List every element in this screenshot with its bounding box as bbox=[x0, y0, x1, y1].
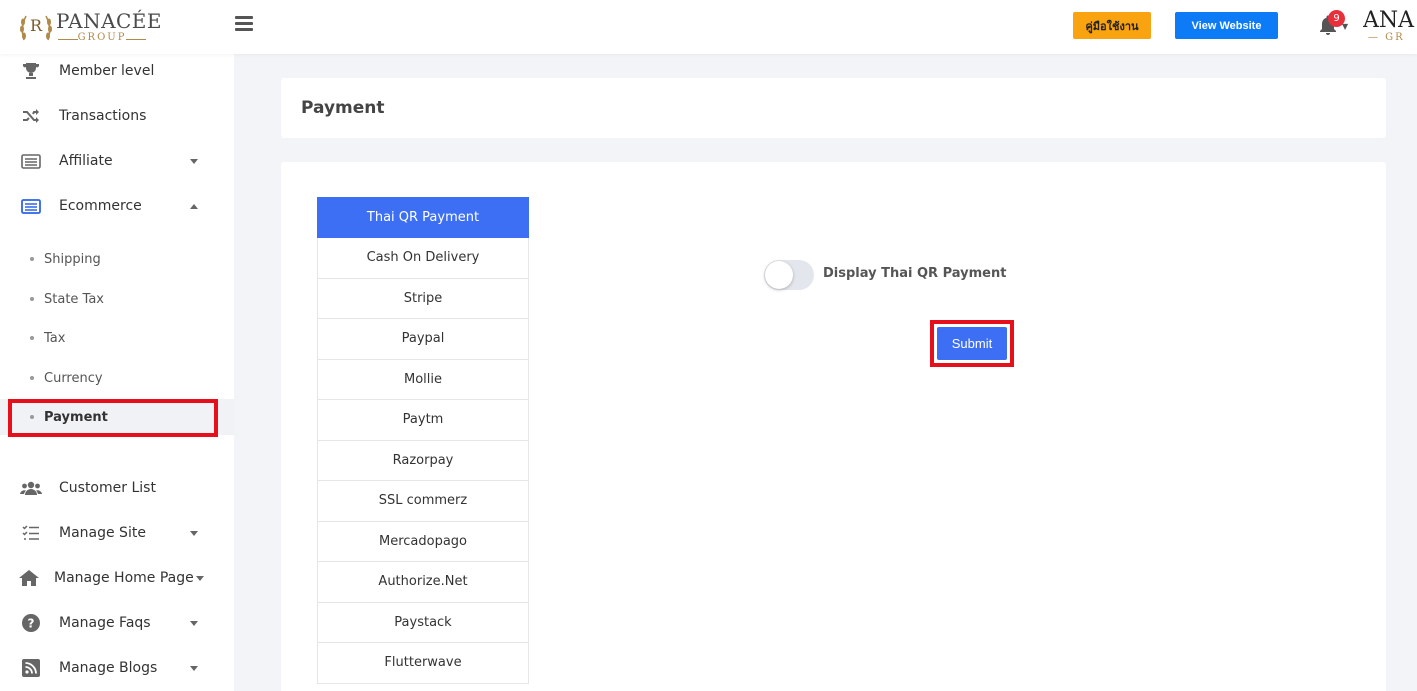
tab-mollie[interactable]: Mollie bbox=[317, 359, 529, 400]
sidebar-item-label: Manage Blogs bbox=[59, 660, 158, 676]
user-manual-button[interactable]: คู่มือใช้งาน bbox=[1073, 12, 1151, 39]
payment-method-tabs: Thai QR Payment Cash On Delivery Stripe … bbox=[317, 197, 529, 684]
sidebar-item-label: Member level bbox=[59, 63, 155, 79]
shuffle-icon bbox=[20, 105, 42, 127]
sidebar-item-label: Manage Site bbox=[59, 525, 146, 541]
sidebar-item-member-level[interactable]: Member level bbox=[0, 51, 234, 91]
page-title: Payment bbox=[301, 98, 385, 118]
tab-stripe[interactable]: Stripe bbox=[317, 278, 529, 319]
tab-ssl-commerz[interactable]: SSL commerz bbox=[317, 481, 529, 522]
sidebar-item-transactions[interactable]: Transactions bbox=[0, 96, 234, 136]
chevron-down-icon bbox=[190, 530, 198, 536]
submit-button[interactable]: Submit bbox=[937, 327, 1007, 360]
checklist-icon bbox=[20, 522, 42, 544]
tab-paypal[interactable]: Paypal bbox=[317, 319, 529, 360]
sidebar-subitem-label: Currency bbox=[44, 370, 103, 386]
menu-toggle-icon[interactable] bbox=[235, 16, 253, 32]
rss-icon bbox=[20, 657, 42, 679]
tab-mercadopago[interactable]: Mercadopago bbox=[317, 521, 529, 562]
trophy-icon bbox=[20, 60, 42, 82]
bullet-dot bbox=[30, 297, 34, 301]
sidebar: Member level Transactions Affiliate Ecom… bbox=[0, 54, 234, 691]
logo-subtext: GROUP bbox=[58, 32, 146, 43]
chevron-up-icon bbox=[190, 203, 198, 209]
laurel-emblem-icon: R bbox=[20, 15, 52, 41]
sidebar-subitem-tax[interactable]: Tax bbox=[0, 320, 234, 356]
sidebar-item-manage-site[interactable]: Manage Site bbox=[0, 513, 234, 553]
view-website-button[interactable]: View Website bbox=[1175, 12, 1278, 39]
tab-razorpay[interactable]: Razorpay bbox=[317, 440, 529, 481]
user-brand-subtext: — GR bbox=[1368, 32, 1405, 43]
sidebar-subitem-label: Payment bbox=[44, 409, 108, 425]
tab-paystack[interactable]: Paystack bbox=[317, 602, 529, 643]
svg-text:R: R bbox=[30, 16, 43, 35]
chevron-down-icon bbox=[190, 158, 198, 164]
sidebar-subitem-label: Shipping bbox=[44, 251, 101, 267]
sidebar-item-label: Manage Home Page bbox=[54, 570, 194, 586]
top-header: R PANACÉE GROUP คู่มือใช้งาน View Websit… bbox=[0, 0, 1417, 54]
highlight-box-submit: Submit bbox=[930, 320, 1014, 367]
ecommerce-list-icon bbox=[20, 195, 42, 217]
home-icon bbox=[18, 567, 40, 589]
sidebar-item-label: Ecommerce bbox=[59, 198, 142, 214]
tab-thai-qr-payment[interactable]: Thai QR Payment bbox=[317, 197, 529, 238]
tab-cash-on-delivery[interactable]: Cash On Delivery bbox=[317, 238, 529, 279]
bullet-dot bbox=[30, 415, 34, 419]
bullet-dot bbox=[30, 257, 34, 261]
list-card-icon bbox=[20, 150, 42, 172]
sidebar-item-label: Manage Faqs bbox=[59, 615, 151, 631]
sidebar-item-ecommerce[interactable]: Ecommerce bbox=[0, 186, 234, 226]
sidebar-item-label: Affiliate bbox=[59, 153, 113, 169]
sidebar-subitem-label: Tax bbox=[44, 330, 66, 346]
users-icon bbox=[20, 477, 42, 499]
sidebar-item-manage-faqs[interactable]: ? Manage Faqs bbox=[0, 603, 234, 643]
user-brand-logo[interactable]: ANA bbox=[1363, 8, 1417, 33]
sidebar-item-label: Customer List bbox=[59, 480, 156, 496]
sidebar-subitem-label: State Tax bbox=[44, 291, 104, 307]
sidebar-subitem-currency[interactable]: Currency bbox=[0, 360, 234, 396]
tab-authorize-net[interactable]: Authorize.Net bbox=[317, 562, 529, 603]
sidebar-subitem-payment[interactable]: Payment bbox=[0, 399, 234, 435]
sidebar-item-manage-home-page[interactable]: Manage Home Page bbox=[0, 558, 234, 598]
sidebar-item-manage-blogs[interactable]: Manage Blogs bbox=[0, 648, 234, 688]
page-title-card: Payment bbox=[281, 78, 1386, 138]
sidebar-item-label: Transactions bbox=[59, 108, 147, 124]
chevron-down-icon[interactable]: ▼ bbox=[1342, 22, 1348, 31]
payment-settings-card: Thai QR Payment Cash On Delivery Stripe … bbox=[281, 162, 1386, 691]
display-thai-qr-toggle[interactable] bbox=[764, 260, 814, 290]
sidebar-item-affiliate[interactable]: Affiliate bbox=[0, 141, 234, 181]
bullet-dot bbox=[30, 376, 34, 380]
sidebar-subitem-state-tax[interactable]: State Tax bbox=[0, 281, 234, 317]
bullet-dot bbox=[30, 336, 34, 340]
chevron-down-icon bbox=[190, 620, 198, 626]
brand-logo[interactable]: R PANACÉE GROUP bbox=[18, 8, 162, 46]
toggle-label: Display Thai QR Payment bbox=[823, 266, 1007, 281]
tab-paytm[interactable]: Paytm bbox=[317, 400, 529, 441]
svg-text:?: ? bbox=[28, 617, 35, 631]
sidebar-item-customer-list[interactable]: Customer List bbox=[0, 468, 234, 508]
tab-flutterwave[interactable]: Flutterwave bbox=[317, 643, 529, 684]
question-icon: ? bbox=[20, 612, 42, 634]
chevron-down-icon bbox=[196, 575, 204, 581]
toggle-knob bbox=[765, 261, 793, 289]
logo-text: PANACÉE bbox=[56, 9, 163, 33]
sidebar-subitem-shipping[interactable]: Shipping bbox=[0, 241, 234, 277]
chevron-down-icon bbox=[190, 665, 198, 671]
